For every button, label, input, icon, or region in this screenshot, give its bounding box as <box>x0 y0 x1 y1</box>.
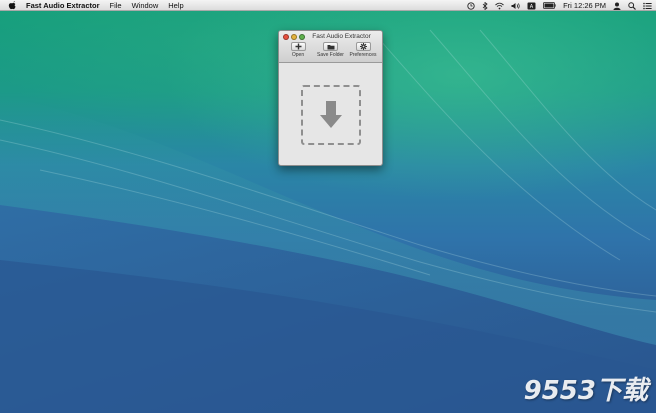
preferences-button[interactable] <box>355 42 371 51</box>
menu-file[interactable]: File <box>109 0 121 11</box>
volume-icon[interactable] <box>511 2 520 10</box>
drop-area <box>279 64 382 165</box>
wifi-icon[interactable] <box>495 2 504 10</box>
menu-bar: Fast Audio Extractor File Window Help A <box>0 0 656 11</box>
notification-center-icon[interactable] <box>643 2 652 10</box>
gear-icon <box>359 43 367 50</box>
preferences-label: Preferences <box>349 52 377 58</box>
menu-help[interactable]: Help <box>168 0 183 11</box>
save-folder-button[interactable] <box>323 42 338 51</box>
user-icon[interactable] <box>613 2 621 10</box>
search-icon[interactable] <box>628 1 636 10</box>
folder-icon <box>327 44 334 49</box>
download-arrow-icon <box>319 100 342 128</box>
svg-text:A: A <box>530 4 534 10</box>
window-titlebar[interactable]: Fast Audio Extractor Open Save Folder Pr… <box>279 31 382 63</box>
save-folder-label: Save Folder <box>317 52 344 58</box>
time-machine-icon[interactable] <box>467 1 475 10</box>
drop-zone[interactable] <box>300 84 361 145</box>
close-button[interactable] <box>283 34 289 40</box>
open-button[interactable] <box>290 42 306 51</box>
apple-menu-icon[interactable] <box>8 0 16 10</box>
save-folder-tool[interactable]: Save Folder <box>315 42 347 62</box>
input-menu-icon[interactable]: A <box>527 2 536 10</box>
open-tool[interactable]: Open <box>282 42 314 62</box>
battery-icon[interactable] <box>543 2 556 9</box>
menubar-clock[interactable]: Fri 12:26 PM <box>563 0 606 11</box>
plus-icon <box>295 43 301 50</box>
window-toolbar: Open Save Folder Preferences <box>279 42 382 62</box>
menu-app-name[interactable]: Fast Audio Extractor <box>26 0 99 11</box>
app-window: Fast Audio Extractor Open Save Folder Pr… <box>278 30 383 166</box>
status-area: A Fri 12:26 PM <box>467 0 652 11</box>
window-title: Fast Audio Extractor <box>312 33 371 40</box>
watermark: 9553下载 <box>523 376 648 406</box>
bluetooth-icon[interactable] <box>482 1 488 10</box>
open-label: Open <box>291 52 305 58</box>
window-controls <box>283 34 305 40</box>
preferences-tool[interactable]: Preferences <box>347 42 379 62</box>
menu-window[interactable]: Window <box>132 0 159 11</box>
minimize-button[interactable] <box>291 34 297 40</box>
